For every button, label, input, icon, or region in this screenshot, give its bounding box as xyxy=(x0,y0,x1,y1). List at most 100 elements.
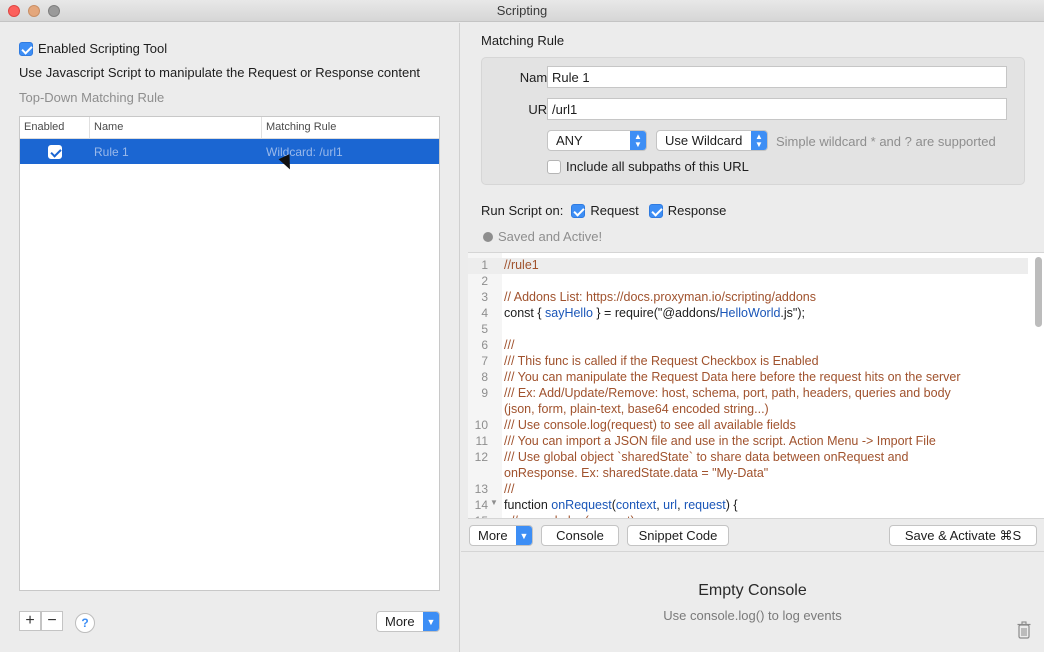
add-rule-button[interactable]: + xyxy=(19,611,41,631)
code-text: /// xyxy=(504,338,515,352)
enable-scripting-checkbox[interactable] xyxy=(19,41,33,56)
code-line[interactable]: 11 /// You can import a JSON file and use… xyxy=(468,434,1028,450)
code-line[interactable]: 9 /// Ex: Add/Update/Remove: host, schema… xyxy=(468,386,1028,402)
left-more-button[interactable]: More ▼ xyxy=(376,611,440,632)
save-activate-button[interactable]: Save & Activate ⌘S xyxy=(889,525,1037,546)
wildcard-hint: Simple wildcard * and ? are supported xyxy=(776,134,996,149)
line-number: 14 xyxy=(474,498,488,512)
code-line[interactable]: 2 xyxy=(468,274,1028,290)
table-row[interactable]: Rule 1 Wildcard: /url1 xyxy=(20,139,439,164)
name-input[interactable] xyxy=(547,66,1007,88)
line-number: 10 xyxy=(474,418,488,432)
scripting-description: Use Javascript Script to manipulate the … xyxy=(19,65,421,80)
code-line[interactable]: 4 const { sayHello } = require("@addons/H… xyxy=(468,306,1028,322)
trash-icon[interactable] xyxy=(1016,621,1032,639)
line-number: 6 xyxy=(481,338,488,352)
code-line[interactable]: 6 /// xyxy=(468,338,1028,354)
matching-rule-group: Name: URL: ANY ▲▼ Use Wildcard ▲▼ Simple… xyxy=(481,57,1025,185)
line-number: 4 xyxy=(481,306,488,320)
method-select[interactable]: ANY ▲ ▼ xyxy=(547,130,647,151)
script-more-button[interactable]: More ▼ xyxy=(469,525,533,546)
line-number: 2 xyxy=(481,274,488,288)
rules-table: Enabled Name Matching Rule Rule 1 Wildca… xyxy=(19,116,440,591)
method-select-value: ANY xyxy=(556,133,583,148)
code-line[interactable]: onResponse. Ex: sharedState.data = "My-D… xyxy=(468,466,1028,482)
rules-pane: Enabled Scripting Tool Use Javascript Sc… xyxy=(0,23,460,652)
chevron-down-icon: ▼ xyxy=(516,526,532,545)
code-text: const { sayHello } = require("@addons/He… xyxy=(504,306,805,320)
rule-detail-pane: Matching Rule Name: URL: ANY ▲▼ Use Wild… xyxy=(461,23,1044,652)
match-type-select[interactable]: Use Wildcard ▲ ▼ xyxy=(656,130,768,151)
column-header-matching-rule[interactable]: Matching Rule xyxy=(262,117,439,138)
status-row: Saved and Active! xyxy=(483,229,602,244)
line-number xyxy=(468,466,488,482)
fold-arrow-icon[interactable]: ▼ xyxy=(488,498,498,514)
editor-scrollbar[interactable] xyxy=(1035,257,1042,327)
up-down-chevron-icon: ▲ ▼ xyxy=(751,131,767,150)
section-title: Top-Down Matching Rule xyxy=(19,90,165,105)
code-line[interactable]: 7 /// This func is called if the Request … xyxy=(468,354,1028,370)
code-text: /// Use console.log(request) to see all … xyxy=(504,418,796,432)
code-text: (json, form, plain-text, base64 encoded … xyxy=(504,402,769,416)
help-button[interactable]: ? xyxy=(75,613,95,633)
code-line[interactable]: 5 xyxy=(468,322,1028,338)
code-text: /// Use global object `sharedState` to s… xyxy=(504,450,909,464)
include-subpaths-row[interactable]: Include all subpaths of this URL xyxy=(547,159,749,174)
enable-scripting-row[interactable]: Enabled Scripting Tool xyxy=(19,41,167,56)
code-line[interactable]: 1 //rule1 xyxy=(468,258,1028,274)
code-line[interactable]: (json, form, plain-text, base64 encoded … xyxy=(468,402,1028,418)
scripting-window: Scripting Enabled Scripting Tool Use Jav… xyxy=(0,0,1044,652)
line-number: 9 xyxy=(481,386,488,400)
code-line[interactable]: 10 /// Use console.log(request) to see al… xyxy=(468,418,1028,434)
column-header-enabled[interactable]: Enabled xyxy=(20,117,90,138)
code-line[interactable]: 13 /// xyxy=(468,482,1028,498)
column-header-name[interactable]: Name xyxy=(90,117,262,138)
code-editor[interactable]: 1 //rule1 2 3 // Addons List: https://docs.p… xyxy=(468,252,1044,519)
title-bar: Scripting xyxy=(0,0,1044,22)
row-name: Rule 1 xyxy=(94,144,129,159)
table-header: Enabled Name Matching Rule xyxy=(20,117,439,139)
line-number: 11 xyxy=(475,434,488,448)
response-checkbox[interactable] xyxy=(648,203,663,218)
line-number: 1 xyxy=(481,258,488,272)
url-input[interactable] xyxy=(547,98,1007,120)
code-line[interactable]: 12 /// Use global object `sharedState` to… xyxy=(468,450,1028,466)
line-number xyxy=(468,402,488,418)
code-line[interactable]: 8 /// You can manipulate the Request Data… xyxy=(468,370,1028,386)
snippet-code-button[interactable]: Snippet Code xyxy=(627,525,729,546)
status-text: Saved and Active! xyxy=(498,229,603,244)
code-line[interactable]: 3 // Addons List: https://docs.proxyman.i… xyxy=(468,290,1028,306)
up-down-chevron-icon: ▲ ▼ xyxy=(630,131,646,150)
code-text: //rule1 xyxy=(504,258,539,272)
match-type-select-value: Use Wildcard xyxy=(665,133,743,148)
request-checkbox[interactable] xyxy=(571,203,586,218)
console-panel xyxy=(461,551,1044,652)
line-number: 5 xyxy=(481,322,488,336)
include-subpaths-checkbox[interactable] xyxy=(547,159,561,174)
code-line[interactable]: 14 ▼ function onRequest(context, url, requ… xyxy=(468,498,1028,514)
code-text: function onRequest(context, url, request… xyxy=(504,498,738,512)
chevron-down-icon: ▼ xyxy=(423,612,439,631)
line-number: 12 xyxy=(474,450,488,464)
matching-rule-title: Matching Rule xyxy=(481,33,565,48)
code-line[interactable]: 15 // console.log(request); xyxy=(468,514,1028,518)
row-enabled-checkbox[interactable] xyxy=(48,144,62,159)
remove-rule-button[interactable]: − xyxy=(41,611,63,631)
script-more-label: More xyxy=(478,528,508,543)
code-text: /// xyxy=(504,482,515,496)
status-dot-icon xyxy=(483,231,493,242)
console-button[interactable]: Console xyxy=(541,525,619,546)
